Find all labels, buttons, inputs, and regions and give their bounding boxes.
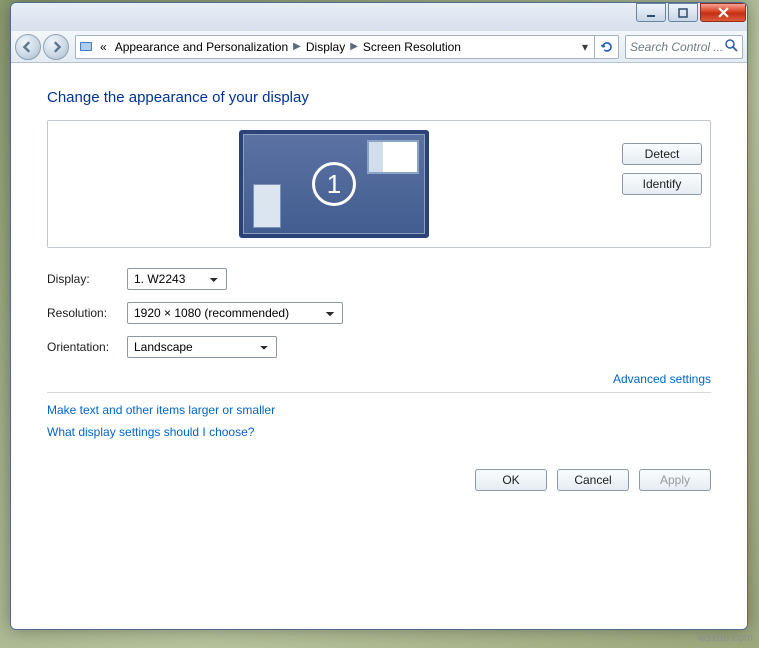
separator <box>47 392 711 393</box>
display-select[interactable]: 1. W2243 <box>127 268 227 290</box>
minimize-button[interactable] <box>636 3 666 22</box>
refresh-button[interactable] <box>594 36 618 58</box>
orientation-select[interactable]: Landscape <box>127 336 277 358</box>
advanced-settings-link[interactable]: Advanced settings <box>613 372 711 386</box>
window-thumbnail-icon <box>367 140 419 174</box>
page-title: Change the appearance of your display <box>47 89 711 106</box>
control-panel-window: « Appearance and Personalization ▶ Displ… <box>10 2 748 630</box>
breadcrumb-prefix: « <box>96 40 111 54</box>
close-button[interactable] <box>700 3 746 22</box>
cancel-button[interactable]: Cancel <box>557 469 629 491</box>
search-icon <box>724 38 738 55</box>
help-link[interactable]: What display settings should I choose? <box>47 425 254 439</box>
resolution-label: Resolution: <box>47 306 127 320</box>
control-panel-icon <box>76 39 96 55</box>
titlebar <box>11 3 747 31</box>
breadcrumb[interactable]: « Appearance and Personalization ▶ Displ… <box>75 35 619 59</box>
breadcrumb-item-3[interactable]: Screen Resolution <box>359 40 465 54</box>
detect-button[interactable]: Detect <box>622 143 702 165</box>
orientation-label: Orientation: <box>47 340 127 354</box>
back-button[interactable] <box>15 34 41 60</box>
apply-button[interactable]: Apply <box>639 469 711 491</box>
forward-button[interactable] <box>43 34 69 60</box>
chevron-right-icon: ▶ <box>292 41 302 52</box>
maximize-button[interactable] <box>668 3 698 22</box>
ok-button[interactable]: OK <box>475 469 547 491</box>
monitor-layout-area[interactable]: 1 <box>56 129 612 239</box>
nav-toolbar: « Appearance and Personalization ▶ Displ… <box>11 31 747 63</box>
breadcrumb-item-2[interactable]: Display <box>302 40 349 54</box>
breadcrumb-item-1[interactable]: Appearance and Personalization <box>111 40 292 54</box>
display-preview: 1 Detect Identify <box>47 120 711 248</box>
identify-button[interactable]: Identify <box>622 173 702 195</box>
breadcrumb-dropdown[interactable]: ▾ <box>576 40 594 54</box>
chevron-right-icon: ▶ <box>349 41 359 52</box>
monitor-number: 1 <box>312 162 356 206</box>
monitor-1[interactable]: 1 <box>239 130 429 238</box>
watermark: wsxdn.com <box>698 632 753 644</box>
display-label: Display: <box>47 272 127 286</box>
taskbar-thumbnail-icon <box>253 184 281 228</box>
text-size-link[interactable]: Make text and other items larger or smal… <box>47 403 275 417</box>
content-area: Change the appearance of your display 1 … <box>11 63 747 629</box>
resolution-select[interactable]: 1920 × 1080 (recommended) <box>127 302 343 324</box>
search-placeholder: Search Control ... <box>630 40 724 54</box>
search-input[interactable]: Search Control ... <box>625 35 743 59</box>
